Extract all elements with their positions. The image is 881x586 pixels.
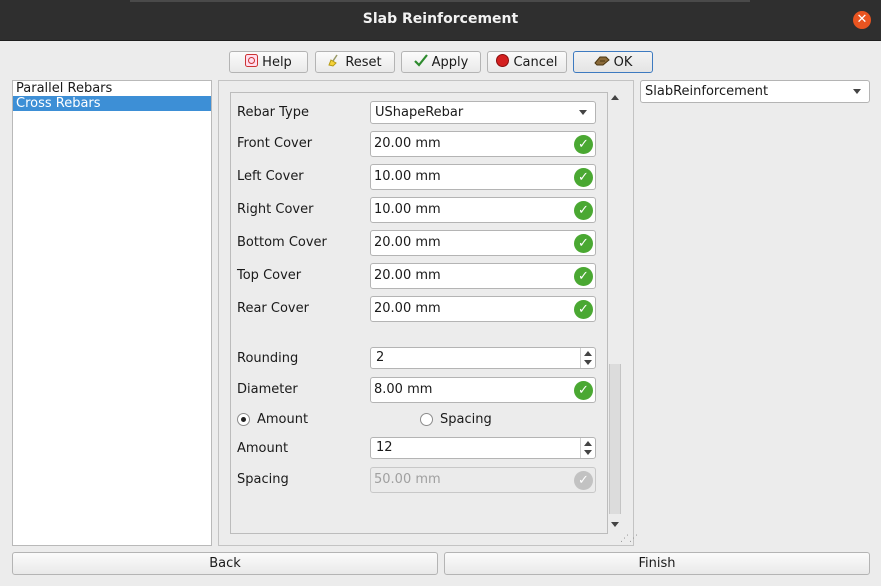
back-label: Back: [209, 556, 241, 571]
valid-check-icon: ✓: [574, 471, 593, 490]
diameter-value: 8.00 mm: [374, 382, 433, 397]
bottom-cover-value: 20.00 mm: [374, 235, 441, 250]
left-cover-label: Left Cover: [237, 169, 304, 184]
rebar-type-select[interactable]: UShapeRebar: [370, 101, 596, 124]
apply-button[interactable]: Apply: [401, 51, 481, 73]
cancel-button[interactable]: Cancel: [487, 51, 567, 73]
reset-label: Reset: [345, 54, 382, 70]
ok-hand-icon: [593, 54, 610, 71]
left-cover-field[interactable]: 10.00 mm ✓: [370, 164, 596, 190]
checkmark-icon: [413, 53, 428, 71]
rounding-value: 2: [376, 350, 385, 365]
valid-check-icon: ✓: [574, 135, 593, 154]
apply-label: Apply: [431, 54, 469, 70]
rear-cover-value: 20.00 mm: [374, 301, 441, 316]
spacing-label: Spacing: [237, 472, 289, 487]
spacing-radio-label: Spacing: [440, 412, 492, 427]
top-cover-value: 20.00 mm: [374, 268, 441, 283]
help-label: Help: [262, 54, 292, 70]
ok-button[interactable]: OK: [573, 51, 653, 73]
spin-buttons[interactable]: [580, 348, 595, 368]
left-cover-value: 10.00 mm: [374, 169, 441, 184]
right-cover-field[interactable]: 10.00 mm ✓: [370, 197, 596, 223]
front-cover-label: Front Cover: [237, 136, 313, 151]
finish-button[interactable]: Finish: [444, 552, 870, 575]
scrollbar-handle[interactable]: [609, 364, 621, 514]
diameter-label: Diameter: [237, 382, 298, 397]
amount-radio-label: Amount: [257, 412, 309, 427]
rebar-type-label: Rebar Type: [237, 105, 310, 120]
spacing-radio[interactable]: [420, 413, 433, 426]
ok-label: OK: [613, 54, 633, 70]
help-icon: [245, 53, 259, 71]
reinforcement-list: Parallel Rebars Cross Rebars: [12, 80, 212, 546]
rear-cover-field[interactable]: 20.00 mm ✓: [370, 296, 596, 322]
list-item-cross-rebars[interactable]: Cross Rebars: [13, 96, 211, 111]
object-selector-value: SlabReinforcement: [645, 84, 769, 99]
finish-label: Finish: [638, 556, 676, 571]
valid-check-icon: ✓: [574, 234, 593, 253]
bottom-cover-field[interactable]: 20.00 mm ✓: [370, 230, 596, 256]
window-title: Slab Reinforcement: [362, 11, 519, 27]
cancel-label: Cancel: [513, 54, 558, 70]
valid-check-icon: ✓: [574, 300, 593, 319]
spin-up-icon[interactable]: [584, 441, 592, 446]
rounding-spinbox[interactable]: 2: [370, 347, 596, 369]
resize-grip-icon[interactable]: ⋰⋰: [620, 535, 638, 545]
spin-down-icon[interactable]: [584, 450, 592, 455]
right-cover-label: Right Cover: [237, 202, 314, 217]
front-cover-value: 20.00 mm: [374, 136, 441, 151]
amount-spinbox[interactable]: 12: [370, 437, 596, 459]
top-cover-label: Top Cover: [237, 268, 302, 283]
reset-button[interactable]: Reset: [315, 51, 395, 73]
rear-cover-label: Rear Cover: [237, 301, 309, 316]
close-icon[interactable]: ✕: [853, 11, 871, 29]
scroll-down-icon[interactable]: [611, 522, 619, 527]
title-bar: Slab Reinforcement ✕: [0, 0, 881, 41]
rebar-type-value: UShapeRebar: [375, 105, 464, 120]
diameter-field[interactable]: 8.00 mm ✓: [370, 377, 596, 403]
amount-label: Amount: [237, 441, 289, 456]
chevron-down-icon: [853, 89, 861, 94]
cancel-icon: [496, 53, 510, 71]
spacing-value: 50.00 mm: [374, 472, 441, 487]
list-item-parallel-rebars[interactable]: Parallel Rebars: [13, 81, 211, 96]
amount-radio[interactable]: [237, 413, 250, 426]
amount-value: 12: [376, 440, 393, 455]
scroll-up-icon[interactable]: [611, 95, 619, 100]
spin-down-icon[interactable]: [584, 360, 592, 365]
broom-icon: [328, 54, 341, 71]
object-selector[interactable]: SlabReinforcement: [640, 80, 870, 103]
front-cover-field[interactable]: 20.00 mm ✓: [370, 131, 596, 157]
right-cover-value: 10.00 mm: [374, 202, 441, 217]
rounding-label: Rounding: [237, 351, 299, 366]
title-bar-accent: [130, 0, 750, 2]
valid-check-icon: ✓: [574, 381, 593, 400]
valid-check-icon: ✓: [574, 267, 593, 286]
top-cover-field[interactable]: 20.00 mm ✓: [370, 263, 596, 289]
back-button[interactable]: Back: [12, 552, 438, 575]
spin-buttons[interactable]: [580, 438, 595, 458]
bottom-cover-label: Bottom Cover: [237, 235, 327, 250]
vertical-scrollbar[interactable]: [608, 92, 621, 534]
spin-up-icon[interactable]: [584, 351, 592, 356]
valid-check-icon: ✓: [574, 168, 593, 187]
spacing-field: 50.00 mm ✓: [370, 467, 596, 493]
valid-check-icon: ✓: [574, 201, 593, 220]
chevron-down-icon: [579, 110, 587, 115]
help-button[interactable]: Help: [229, 51, 308, 73]
